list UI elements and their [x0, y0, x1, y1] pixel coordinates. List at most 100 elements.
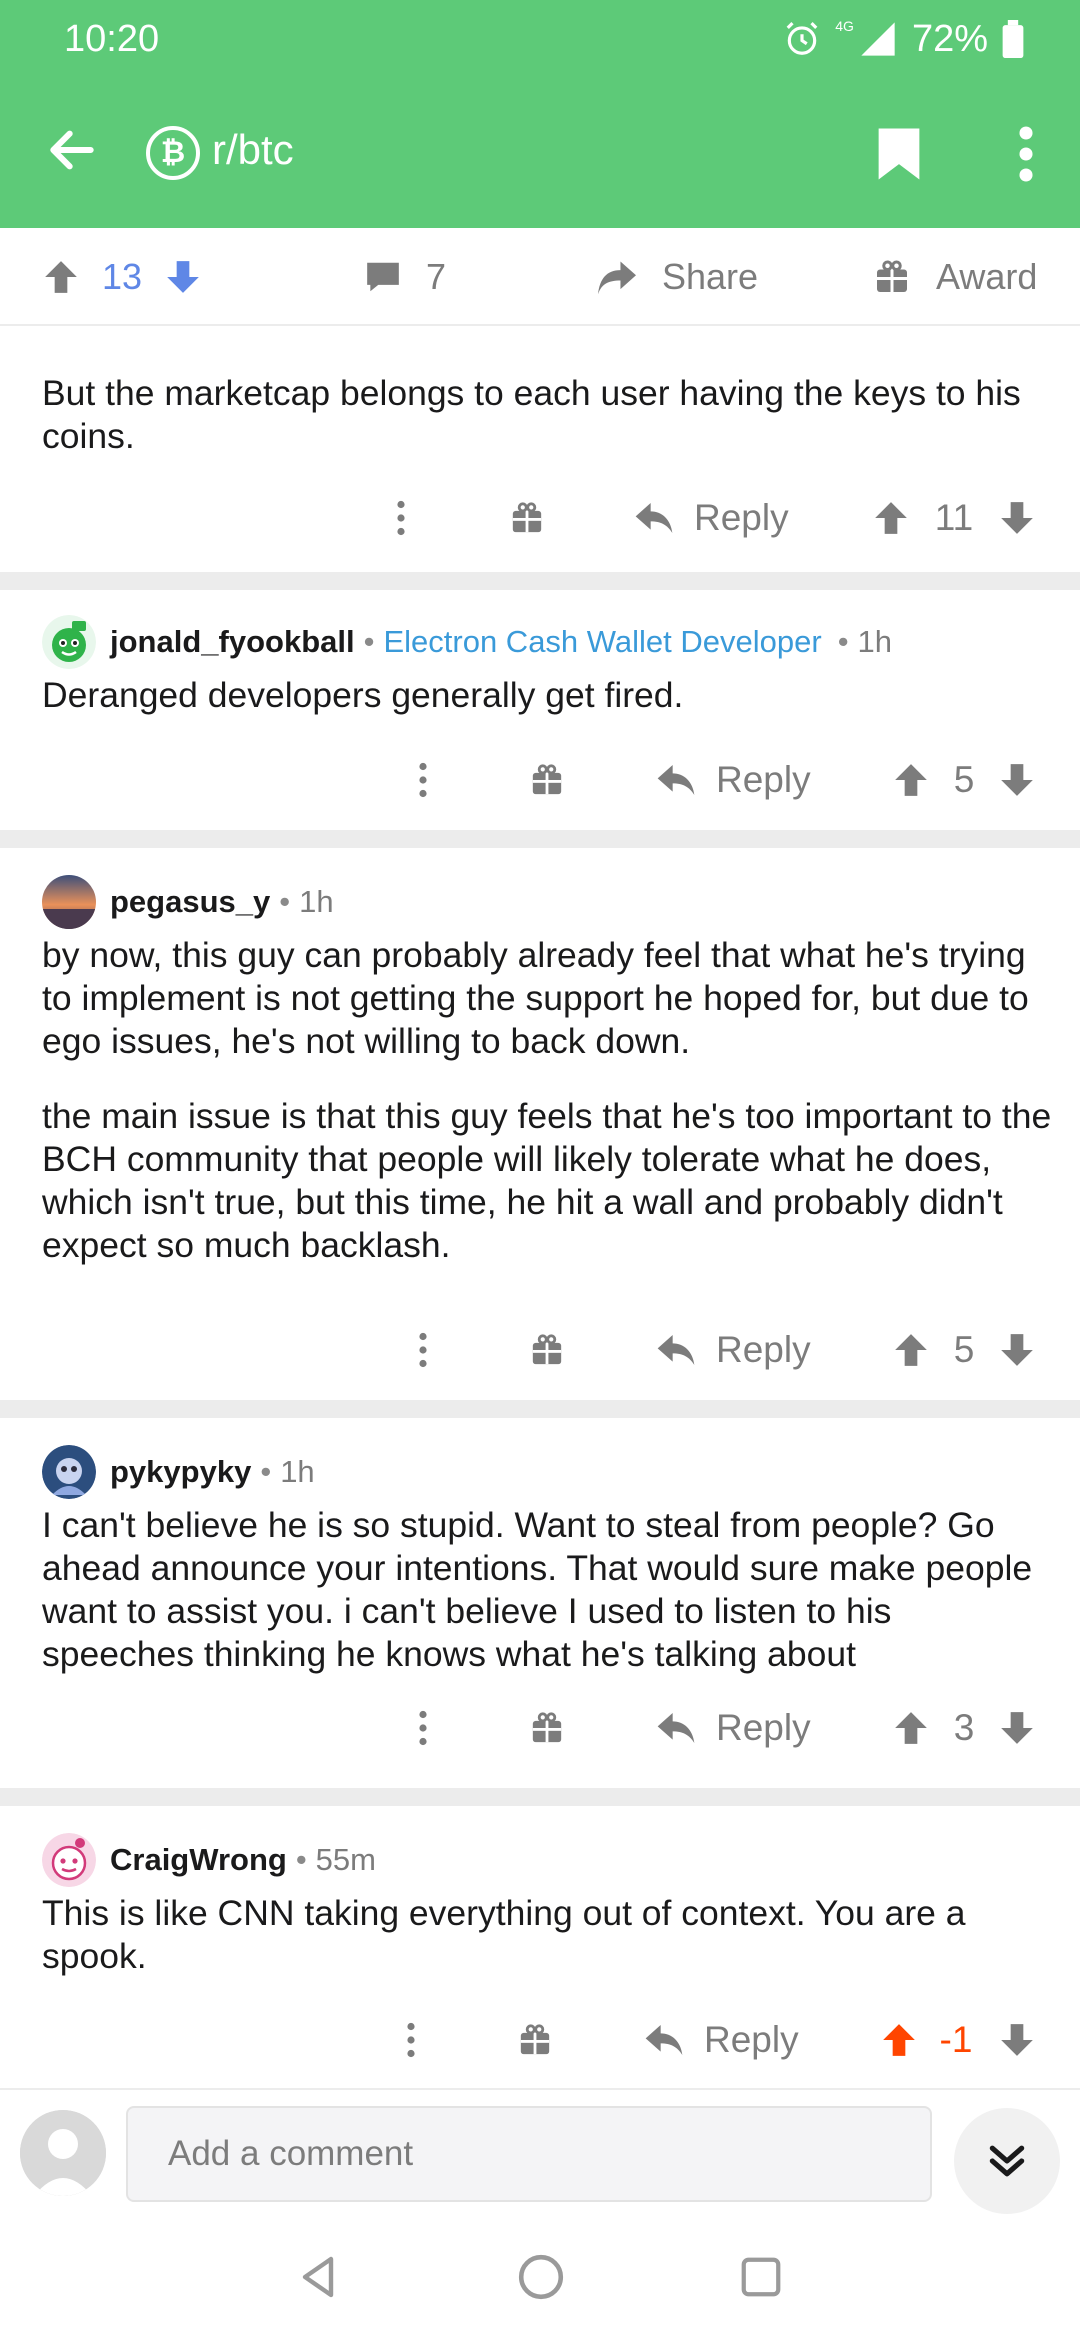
- more-options-icon[interactable]: [396, 2000, 426, 2080]
- comment-score: 11: [934, 497, 974, 538]
- nav-home-icon[interactable]: [508, 2244, 574, 2310]
- downvote-icon[interactable]: [998, 478, 1036, 558]
- reply-button[interactable]: Reply: [644, 2000, 799, 2080]
- comment-age: 1h: [857, 624, 893, 659]
- comment-divider: [0, 572, 1080, 590]
- gift-icon[interactable]: [530, 1310, 564, 1390]
- downvote-icon[interactable]: [998, 1310, 1036, 1390]
- gift-icon[interactable]: [510, 478, 544, 558]
- award-label: Award: [936, 256, 1038, 297]
- more-options-icon[interactable]: [1016, 126, 1036, 182]
- downvote-icon[interactable]: [998, 740, 1036, 820]
- upvote-icon[interactable]: [42, 258, 80, 296]
- share-icon: [598, 261, 636, 295]
- comment-score: -1: [939, 2019, 973, 2060]
- nav-recents-icon[interactable]: [728, 2244, 794, 2310]
- comment-body: But the marketcap belongs to each user h…: [42, 373, 1021, 456]
- comment-score: 5: [953, 1329, 975, 1370]
- comment-card: CraigWrong • 55m This is like CNN taking…: [0, 1806, 1080, 2088]
- user-avatar[interactable]: [20, 2110, 106, 2196]
- upvote-icon[interactable]: [880, 2000, 918, 2080]
- comment-header: pykypyky • 1h: [42, 1444, 315, 1500]
- upvote-icon[interactable]: [892, 1688, 930, 1768]
- comments-button[interactable]: 7: [364, 228, 446, 326]
- comment-age: 55m: [315, 1842, 376, 1877]
- upvote-icon[interactable]: [892, 740, 930, 820]
- share-button[interactable]: Share: [596, 228, 758, 326]
- comment-body: by now, this guy can probably already fe…: [42, 935, 1052, 1265]
- gift-icon: [877, 260, 907, 292]
- comment-age: 1h: [299, 884, 334, 919]
- comment-author[interactable]: pegasus_y: [110, 884, 270, 920]
- comment-divider: [0, 1788, 1080, 1806]
- double-chevron-down-icon: [989, 2145, 1025, 2177]
- comment-actions: Reply -1: [0, 2000, 1080, 2080]
- comment-age: 1h: [280, 1454, 315, 1489]
- more-options-icon[interactable]: [408, 740, 438, 820]
- comment-actions: Reply 5: [0, 740, 1080, 820]
- separator-dot: •: [363, 624, 375, 659]
- network-type: 4G: [835, 18, 854, 34]
- comment-body: Deranged developers generally get fired.: [42, 675, 684, 715]
- avatar[interactable]: [42, 1833, 96, 1887]
- comment-author[interactable]: CraigWrong: [110, 1842, 287, 1878]
- comment-divider: [0, 1400, 1080, 1418]
- avatar[interactable]: [42, 1445, 96, 1499]
- comment-author[interactable]: jonald_fyookball: [110, 624, 355, 660]
- downvote-icon[interactable]: [998, 1688, 1036, 1768]
- comment-body: This is like CNN taking everything out o…: [42, 1893, 966, 1976]
- comment-actions: Reply 3: [0, 1688, 1080, 1768]
- gift-icon[interactable]: [530, 740, 564, 820]
- comment-body: I can't believe he is so stupid. Want to…: [42, 1505, 1033, 1674]
- comment-card: pegasus_y • 1h by now, this guy can prob…: [0, 848, 1080, 1400]
- reply-icon: [657, 1713, 695, 1743]
- comment-divider: [0, 830, 1080, 848]
- upvote-icon[interactable]: [872, 478, 910, 558]
- separator-dot: •: [260, 1454, 272, 1489]
- award-button[interactable]: Award: [874, 228, 1037, 326]
- more-options-icon[interactable]: [386, 478, 416, 558]
- separator-dot: •: [295, 1842, 307, 1877]
- separator-dot: •: [837, 624, 849, 659]
- comment-card: But the marketcap belongs to each user h…: [0, 328, 1080, 572]
- comment-score: 3: [953, 1707, 975, 1748]
- post-action-bar: 13 7 Share Award: [0, 228, 1080, 326]
- comment-actions: Reply 11: [0, 478, 1080, 558]
- subreddit-name[interactable]: r/btc: [212, 126, 294, 174]
- toolbar: ₿ r/btc: [0, 100, 1080, 210]
- comment-card: jonald_fyookball • Electron Cash Wallet …: [0, 590, 1080, 830]
- gift-icon[interactable]: [518, 2000, 552, 2080]
- collapse-comments-button[interactable]: [954, 2108, 1060, 2214]
- status-icons: 4G 72%: [783, 14, 1024, 64]
- more-options-icon[interactable]: [408, 1688, 438, 1768]
- comment-input[interactable]: [126, 2106, 932, 2202]
- more-options-icon[interactable]: [408, 1310, 438, 1390]
- reply-button[interactable]: Reply: [634, 478, 789, 558]
- share-label: Share: [662, 256, 759, 297]
- battery-percent: 72%: [911, 17, 988, 60]
- nav-back-icon[interactable]: [286, 2244, 352, 2310]
- post-vote-group: 13: [42, 228, 202, 326]
- post-score: 13: [102, 256, 143, 297]
- reply-button[interactable]: Reply: [656, 740, 811, 820]
- back-arrow-icon[interactable]: [44, 122, 100, 178]
- alarm-icon: [786, 22, 818, 55]
- avatar[interactable]: [42, 615, 96, 669]
- bookmark-icon[interactable]: [876, 126, 922, 182]
- downvote-icon[interactable]: [164, 258, 202, 296]
- system-nav-bar: [0, 2214, 1080, 2340]
- upvote-icon[interactable]: [892, 1310, 930, 1390]
- reply-button[interactable]: Reply: [656, 1688, 811, 1768]
- reply-button[interactable]: Reply: [656, 1310, 811, 1390]
- comment-count: 7: [426, 256, 447, 297]
- comment-author[interactable]: pykypyky: [110, 1454, 251, 1490]
- bitcoin-icon[interactable]: ₿: [146, 126, 200, 180]
- avatar[interactable]: [42, 875, 96, 929]
- status-time: 10:20: [64, 18, 160, 60]
- comment-card: pykypyky • 1h I can't believe he is so s…: [0, 1418, 1080, 1788]
- comment-header: jonald_fyookball • Electron Cash Wallet …: [42, 614, 892, 670]
- downvote-icon[interactable]: [998, 2000, 1036, 2080]
- gift-icon[interactable]: [530, 1688, 564, 1768]
- comment-actions: Reply 5: [0, 1310, 1080, 1390]
- battery-icon: [1002, 20, 1024, 58]
